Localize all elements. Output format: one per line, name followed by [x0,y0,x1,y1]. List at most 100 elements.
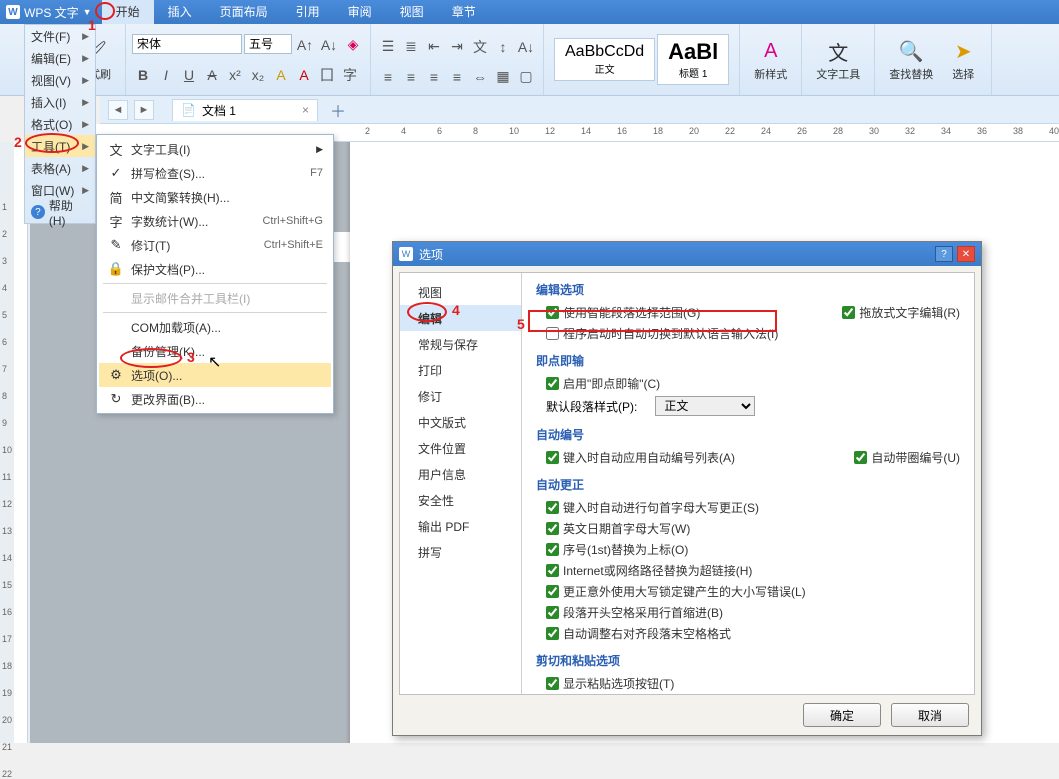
underline-button[interactable]: U [178,64,200,86]
chk-ordinal-sup[interactable]: 序号(1st)替换为上标(O) [546,541,688,558]
ok-button[interactable]: 确定 [803,703,881,727]
doc-tab[interactable]: 📄 文档 1 × [172,99,318,121]
tools-item-1[interactable]: ✓拼写检查(S)...F7 [99,161,331,185]
align-left-button[interactable]: ≡ [377,66,399,88]
shrink-font-icon[interactable]: A↓ [318,34,340,56]
subscript-button[interactable]: x₂ [247,64,269,86]
tools-item-11[interactable]: ⚙选项(O)... [99,363,331,387]
new-style-button[interactable]: A新样式 [746,34,795,86]
chk-tab-indent[interactable]: 段落开头空格采用行首缩进(B) [546,604,723,621]
highlight-button[interactable]: A [270,64,292,86]
file-menu-item-8[interactable]: ?帮助(H) [25,201,95,223]
nav-fwd-button[interactable]: ► [134,100,154,120]
superscript-button[interactable]: x² [224,64,246,86]
style-heading1[interactable]: AaBl标题 1 [657,34,729,85]
tab-start[interactable]: 开始 [102,0,154,24]
tools-item-9[interactable]: COM加载项(A)... [99,315,331,339]
select-default-pstyle[interactable]: 正文 [655,396,755,416]
style-gallery[interactable]: AaBbCcDd正文 AaBl标题 1 [550,34,733,85]
line-spacing-button[interactable]: ↕ [492,36,514,58]
chk-autonum-apply[interactable]: 键入时自动应用自动编号列表(A) [546,449,735,466]
align-right-button[interactable]: ≡ [423,66,445,88]
tab-layout[interactable]: 页面布局 [206,0,282,24]
dialog-nav-2[interactable]: 常规与保存 [400,331,521,357]
tools-item-5[interactable]: 🔒保护文档(P)... [99,257,331,281]
ribbon: 📋粘贴 🖌格式刷 A↑ A↓ ◈ B I U A x² x₂ A A 囗 字 ☰… [0,24,1059,96]
dialog-nav-7[interactable]: 用户信息 [400,461,521,487]
chk-sentence-cap[interactable]: 键入时自动进行句首字母大写更正(S) [546,499,759,516]
grow-font-icon[interactable]: A↑ [294,34,316,56]
nav-back-button[interactable]: ◄ [108,100,128,120]
file-menu-item-1[interactable]: 编辑(E)▶ [25,47,95,69]
italic-button[interactable]: I [155,64,177,86]
tools-item-10[interactable]: 备份管理(K)... [99,339,331,363]
dialog-nav-8[interactable]: 安全性 [400,487,521,513]
align-center-button[interactable]: ≡ [400,66,422,88]
chk-show-paste-btn[interactable]: 显示粘贴选项按钮(T) [546,675,674,692]
chk-circle-num[interactable]: 自动带圈编号(U) [854,449,960,466]
tab-insert[interactable]: 插入 [154,0,206,24]
tab-view[interactable]: 视图 [386,0,438,24]
font-size-select[interactable] [244,34,292,54]
text-direction-button[interactable]: 文 [469,36,491,58]
app-dropdown-icon[interactable]: ▼ [83,7,92,17]
tools-item-4[interactable]: ✎修订(T)Ctrl+Shift+E [99,233,331,257]
select-button[interactable]: ➤选择 [941,34,985,86]
tab-reference[interactable]: 引用 [282,0,334,24]
tools-item-2[interactable]: 简中文简繁转换(H)... [99,185,331,209]
file-menu-item-5[interactable]: 工具(T)▶ [25,135,95,157]
chk-day-cap[interactable]: 英文日期首字母大写(W) [546,520,690,537]
file-menu-item-2[interactable]: 视图(V)▶ [25,69,95,91]
bullets-button[interactable]: ☰ [377,36,399,58]
dialog-nav-10[interactable]: 拼写 [400,539,521,565]
tools-item-3[interactable]: 字字数统计(W)...Ctrl+Shift+G [99,209,331,233]
distribute-button[interactable]: ⇔ [469,66,491,88]
tab-section[interactable]: 章节 [438,0,490,24]
strike-button[interactable]: A [201,64,223,86]
cancel-button[interactable]: 取消 [891,703,969,727]
bold-button[interactable]: B [132,64,154,86]
chk-auto-ime[interactable]: 程序启动时自动切换到默认语言输入法(I) [546,325,778,342]
justify-button[interactable]: ≡ [446,66,468,88]
shading-button[interactable]: ▦ [492,66,514,88]
chk-smart-para[interactable]: 使用智能段落选择范围(G) [546,304,700,321]
dialog-nav-1[interactable]: 编辑 [400,305,521,331]
font-color-button[interactable]: A [293,64,315,86]
dialog-nav-3[interactable]: 打印 [400,357,521,383]
dialog-nav-6[interactable]: 文件位置 [400,435,521,461]
chk-rtrim[interactable]: 自动调整右对齐段落末空格格式 [546,625,731,642]
file-menu: 文件(F)▶编辑(E)▶视图(V)▶插入(I)▶格式(O)▶工具(T)▶表格(A… [24,24,96,224]
file-menu-item-4[interactable]: 格式(O)▶ [25,113,95,135]
numbering-button[interactable]: ≣ [400,36,422,58]
char-shading-button[interactable]: 字 [339,64,361,86]
tools-item-12[interactable]: ↻更改界面(B)... [99,387,331,411]
file-menu-item-3[interactable]: 插入(I)▶ [25,91,95,113]
dialog-help-button[interactable]: ? [935,246,953,262]
outdent-button[interactable]: ⇤ [423,36,445,58]
clear-fmt-icon[interactable]: ◈ [342,34,364,56]
chk-caps-fix[interactable]: 更正意外使用大写锁定键产生的大小写错误(L) [546,583,806,600]
dialog-nav-5[interactable]: 中文版式 [400,409,521,435]
find-replace-button[interactable]: 🔍查找替换 [881,34,941,86]
font-name-select[interactable] [132,34,242,54]
file-menu-item-6[interactable]: 表格(A)▶ [25,157,95,179]
style-normal[interactable]: AaBbCcDd正文 [554,38,655,81]
add-tab-button[interactable]: ＋ [324,98,352,122]
chk-enable-itype[interactable]: 启用"即点即输"(C) [546,375,660,392]
dialog-titlebar[interactable]: W 选项 ? ✕ [393,242,981,266]
indent-button[interactable]: ⇥ [446,36,468,58]
tools-item-0[interactable]: 文文字工具(I)▶ [99,137,331,161]
char-border-button[interactable]: 囗 [316,64,338,86]
chk-dragdrop[interactable]: 拖放式文字编辑(R) [842,304,960,321]
sort-button[interactable]: A↓ [515,36,537,58]
borders-button[interactable]: ▢ [515,66,537,88]
dialog-nav-4[interactable]: 修订 [400,383,521,409]
file-menu-item-0[interactable]: 文件(F)▶ [25,25,95,47]
dialog-nav-0[interactable]: 视图 [400,279,521,305]
dialog-close-button[interactable]: ✕ [957,246,975,262]
close-tab-icon[interactable]: × [302,103,309,117]
tab-review[interactable]: 审阅 [334,0,386,24]
text-tools-button[interactable]: 文文字工具 [808,34,868,86]
chk-url-link[interactable]: Internet或网络路径替换为超链接(H) [546,562,752,579]
dialog-nav-9[interactable]: 输出 PDF [400,513,521,539]
